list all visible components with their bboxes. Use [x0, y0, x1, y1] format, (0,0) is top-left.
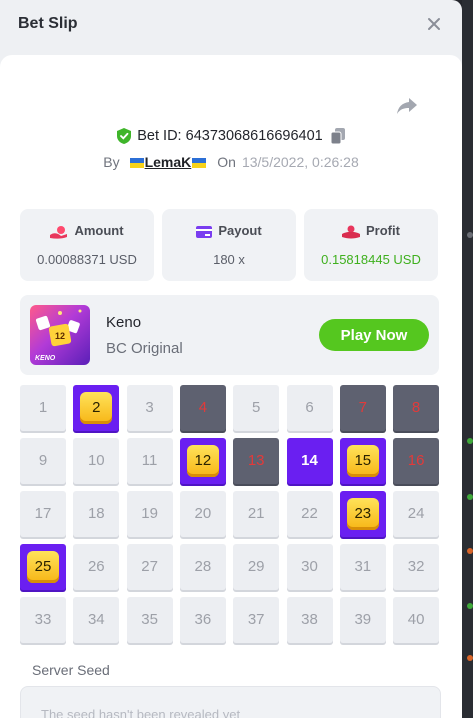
profit-value: 0.15818445 USD	[321, 252, 421, 267]
flag-icon	[129, 158, 144, 169]
keno-cell: 12	[179, 438, 226, 484]
keno-cell: 18	[73, 491, 120, 537]
keno-cell: 15	[339, 438, 386, 484]
edge-dot	[467, 438, 473, 444]
edge-dot	[467, 603, 473, 609]
coin-hand-icon	[50, 225, 68, 239]
keno-cell: 16	[393, 438, 440, 484]
keno-cell: 21	[233, 491, 280, 537]
keno-thumbnail[interactable]: 12 KENO	[30, 305, 90, 365]
server-seed-field[interactable]: The seed hasn't been revealed yet	[20, 686, 441, 718]
keno-cell: 1	[20, 385, 66, 431]
edge-dot	[467, 548, 473, 554]
keno-cell: 28	[179, 544, 226, 590]
keno-cell: 25	[20, 544, 66, 590]
copy-icon[interactable]	[330, 128, 345, 145]
svg-text:12: 12	[55, 331, 65, 341]
server-seed-label: Server Seed	[32, 662, 110, 678]
gem-tile: 12	[186, 445, 219, 477]
payout-label: Payout	[218, 223, 262, 238]
keno-cell: 33	[20, 597, 66, 643]
modal-title: Bet Slip	[18, 15, 78, 32]
flag-icon	[192, 158, 207, 169]
bet-slip-modal: Bet Slip Bet ID: 64373068616696401 By Lem…	[0, 0, 462, 718]
profit-label: Profit	[366, 223, 400, 238]
modal-header: Bet Slip	[0, 0, 462, 52]
game-info-panel: 12 KENO Keno BC Original Play Now	[20, 295, 439, 375]
gem-tile: 25	[27, 551, 59, 583]
keno-cell: 31	[339, 544, 386, 590]
username-link[interactable]: LemaK	[145, 154, 192, 170]
keno-cell: 37	[233, 597, 280, 643]
share-icon[interactable]	[396, 96, 418, 116]
keno-cell: 24	[393, 491, 440, 537]
keno-logo: 12 KENO	[35, 309, 82, 362]
server-seed-placeholder: The seed hasn't been revealed yet	[41, 707, 241, 718]
amount-value: 0.00088371 USD	[37, 252, 137, 267]
keno-cell: 35	[126, 597, 173, 643]
keno-cell: 30	[286, 544, 333, 590]
gem-tile: 2	[80, 392, 113, 424]
by-label: By	[103, 154, 120, 170]
keno-thumb-text: KENO	[35, 355, 56, 362]
edge-dot	[467, 655, 473, 661]
close-icon[interactable]	[424, 14, 444, 34]
background-page-edge	[462, 0, 473, 718]
edge-dot	[467, 494, 473, 500]
game-subtitle: BC Original	[106, 340, 183, 357]
keno-cell: 22	[286, 491, 333, 537]
on-label: On	[217, 154, 236, 170]
card-icon	[196, 225, 213, 238]
keno-number-grid: 1 2 3 4 5 6 7 8 9 10 11 12 13 14 15 16 17 18 19 20 21 22 23 24 2…	[20, 385, 440, 645]
amount-label: Amount	[74, 223, 124, 238]
keno-cell: 9	[20, 438, 66, 484]
keno-cell: 3	[126, 385, 173, 431]
keno-cell: 34	[73, 597, 120, 643]
keno-cell: 7	[339, 385, 386, 431]
bet-id-row: Bet ID: 64373068616696401	[0, 128, 462, 148]
keno-cell: 6	[286, 385, 333, 431]
payout-value: 180 x	[213, 252, 245, 267]
keno-cell: 40	[393, 597, 440, 643]
payout-panel: Payout 180 x	[162, 209, 296, 281]
keno-cell: 39	[339, 597, 386, 643]
keno-cell: 20	[179, 491, 226, 537]
keno-cell: 27	[126, 544, 173, 590]
keno-cell: 4	[179, 385, 226, 431]
keno-cell: 13	[233, 438, 280, 484]
play-now-button[interactable]: Play Now	[319, 319, 429, 351]
bet-id-label: Bet ID:	[137, 128, 182, 145]
keno-cell: 14	[286, 438, 333, 484]
gem-tile: 15	[346, 445, 379, 477]
keno-cell: 2	[73, 385, 120, 431]
shield-check-icon	[117, 128, 132, 145]
keno-cell: 32	[393, 544, 440, 590]
keno-cell: 26	[73, 544, 120, 590]
gem-tile: 23	[346, 498, 379, 530]
bet-date: 13/5/2022, 0:26:28	[241, 154, 359, 170]
game-name: Keno	[106, 314, 142, 331]
keno-cell: 38	[286, 597, 333, 643]
edge-dot	[467, 232, 473, 238]
keno-cell: 29	[233, 544, 280, 590]
bet-id-value: 64373068616696401	[185, 128, 323, 145]
keno-cell: 8	[393, 385, 440, 431]
keno-cell: 5	[233, 385, 280, 431]
keno-cell: 36	[179, 597, 226, 643]
bet-author-row: By LemaK On 13/5/2022, 0:26:28	[0, 154, 462, 174]
keno-cell: 17	[20, 491, 66, 537]
keno-cell: 23	[339, 491, 386, 537]
amount-panel: Amount 0.00088371 USD	[20, 209, 154, 281]
profit-hand-icon	[342, 225, 361, 239]
keno-cell: 10	[73, 438, 120, 484]
profit-panel: Profit 0.15818445 USD	[304, 209, 438, 281]
keno-cell: 11	[126, 438, 173, 484]
keno-cell: 19	[126, 491, 173, 537]
